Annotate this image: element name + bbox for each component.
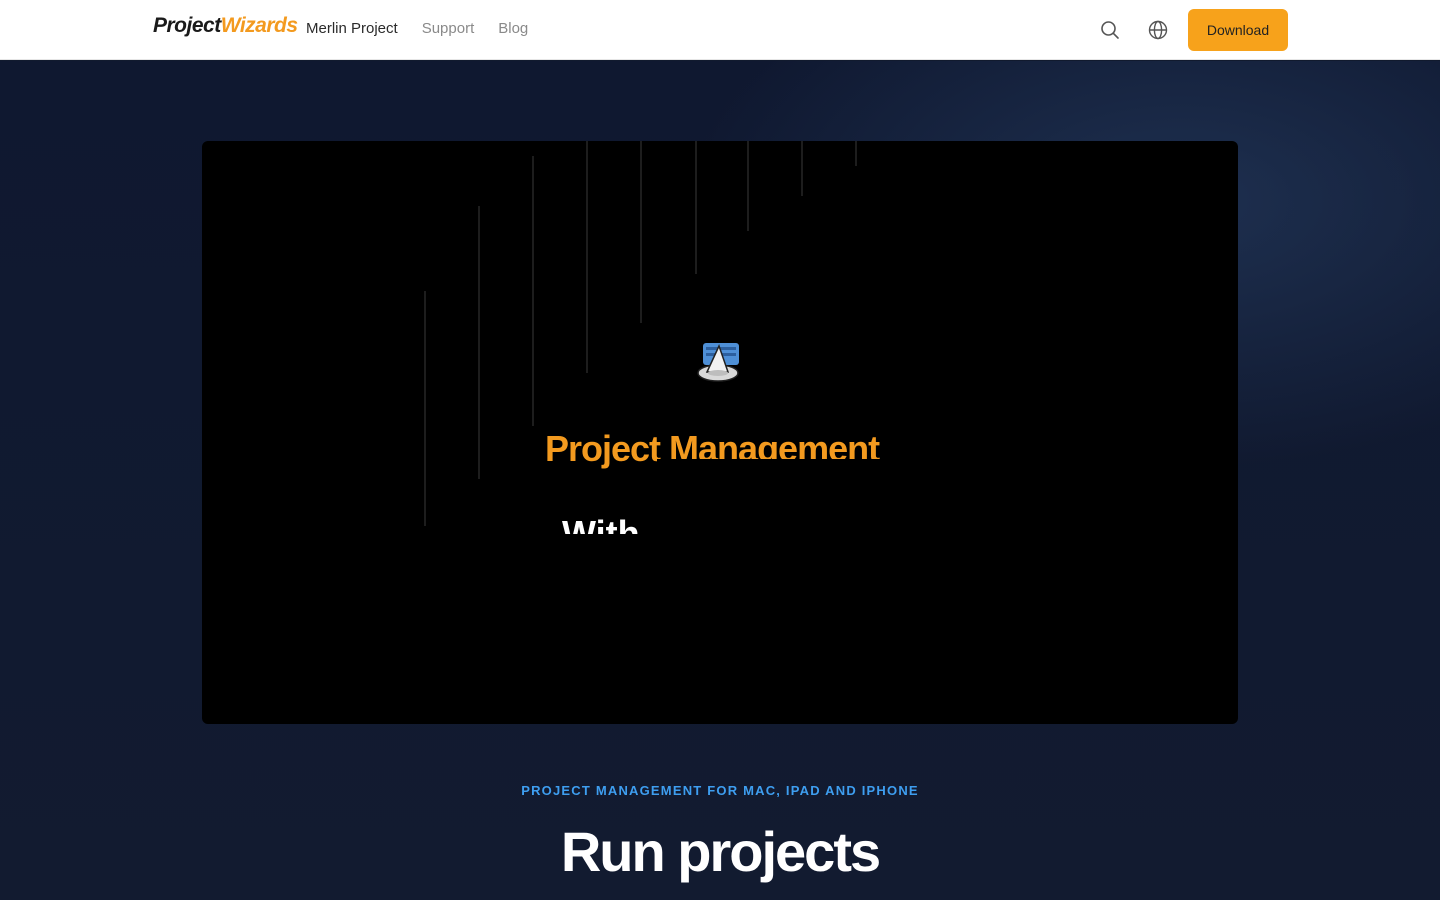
search-icon[interactable] [1098, 18, 1122, 42]
hero-headline: Run projects [560, 820, 881, 883]
projectwizards-logo[interactable]: ProjectWizards [153, 14, 298, 38]
main-nav: Merlin Project Support Blog [306, 20, 528, 37]
hero-eyebrow: PROJECT MANAGEMENT FOR MAC, IPAD AND IPH… [521, 783, 919, 798]
nav-item-merlin-project[interactable]: Merlin Project [306, 20, 398, 37]
merlin-wizard-hat-icon [697, 343, 739, 382]
nav-item-support[interactable]: Support [422, 20, 475, 37]
nav-item-blog[interactable]: Blog [498, 20, 528, 37]
download-button[interactable]: Download [1188, 9, 1288, 51]
top-navigation-bar: ProjectWizards Merlin Project Support Bl… [0, 0, 1440, 60]
intro-video[interactable]: Project Management With [202, 141, 1238, 724]
globe-icon[interactable] [1146, 18, 1170, 42]
video-frame-graphic: Project Management With [424, 141, 897, 564]
